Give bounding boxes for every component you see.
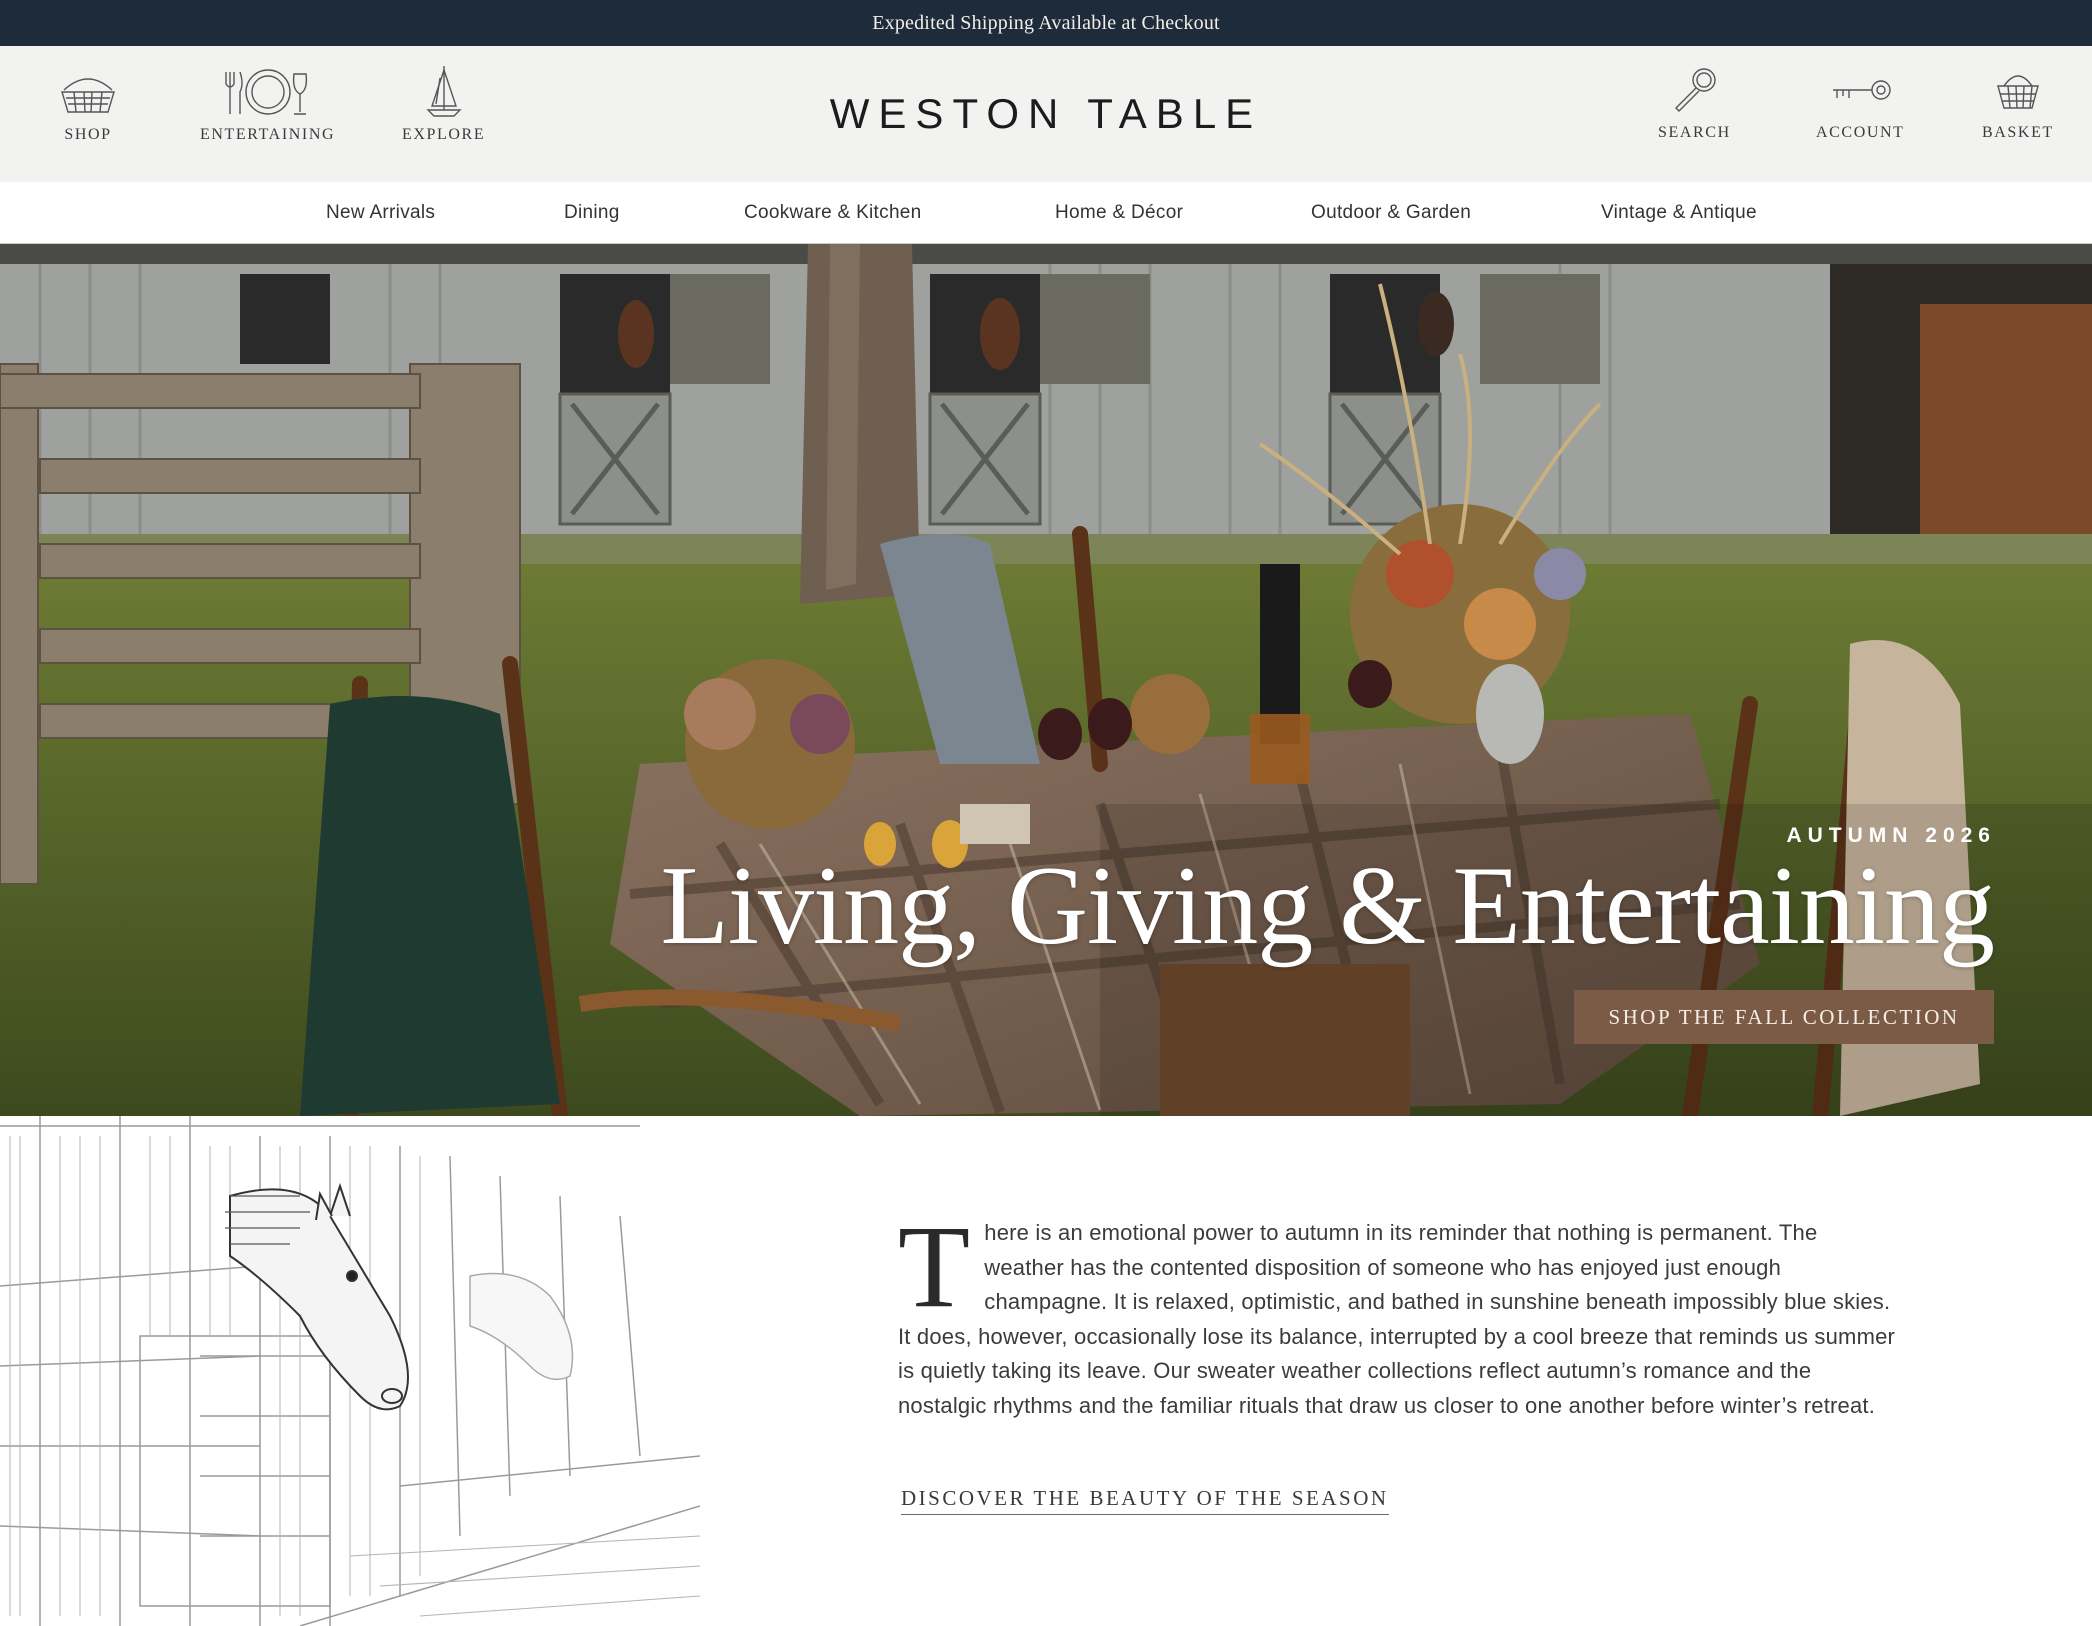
header-account-label: ACCOUNT: [1816, 124, 1905, 141]
header-basket-link[interactable]: BASKET: [1982, 64, 2054, 142]
basket-icon: [1996, 75, 2039, 109]
shop-fall-collection-button[interactable]: SHOP THE FALL COLLECTION: [1574, 990, 1994, 1044]
nav-home-decor[interactable]: Home & Décor: [1055, 202, 1183, 224]
header-basket-label: BASKET: [1982, 124, 2054, 141]
story-section: There is an emotional power to autumn in…: [0, 1116, 2092, 1626]
story-copy: There is an emotional power to autumn in…: [898, 1201, 1898, 1423]
magnifying-glass-icon: [1675, 68, 1717, 112]
announcement-text: Expedited Shipping Available at Checkout: [872, 11, 1220, 34]
nav-dining[interactable]: Dining: [564, 202, 620, 224]
nav-cookware-kitchen[interactable]: Cookware & Kitchen: [744, 202, 922, 224]
header-search-link[interactable]: SEARCH: [1658, 64, 1731, 142]
hero-banner: AUTUMN 2026 Living, Giving & Entertainin…: [0, 244, 2092, 1116]
nav-new-arrivals[interactable]: New Arrivals: [326, 202, 435, 224]
nav-vintage-antique[interactable]: Vintage & Antique: [1601, 202, 1757, 224]
announcement-bar: Expedited Shipping Available at Checkout: [0, 0, 2092, 46]
main-nav: New Arrivals Dining Cookware & Kitchen H…: [0, 182, 2092, 244]
dropcap-letter: T: [898, 1201, 971, 1332]
discover-season-link[interactable]: DISCOVER THE BEAUTY OF THE SEASON: [901, 1486, 1389, 1515]
site-header: SHOP ENTERTAINING EXPLORE WESTON TABLE S…: [0, 46, 2092, 182]
stable-sketch-illustration: [0, 1116, 700, 1626]
header-account-link[interactable]: ACCOUNT: [1816, 64, 1905, 142]
site-logo[interactable]: WESTON TABLE: [0, 90, 2092, 138]
key-icon: [1833, 80, 1891, 100]
hero-image: [0, 244, 2092, 1116]
story-body-text: here is an emotional power to autumn in …: [898, 1220, 1896, 1418]
header-search-label: SEARCH: [1658, 124, 1731, 141]
hero-title: Living, Giving & Entertaining: [660, 844, 1995, 968]
nav-outdoor-garden[interactable]: Outdoor & Garden: [1311, 202, 1471, 224]
